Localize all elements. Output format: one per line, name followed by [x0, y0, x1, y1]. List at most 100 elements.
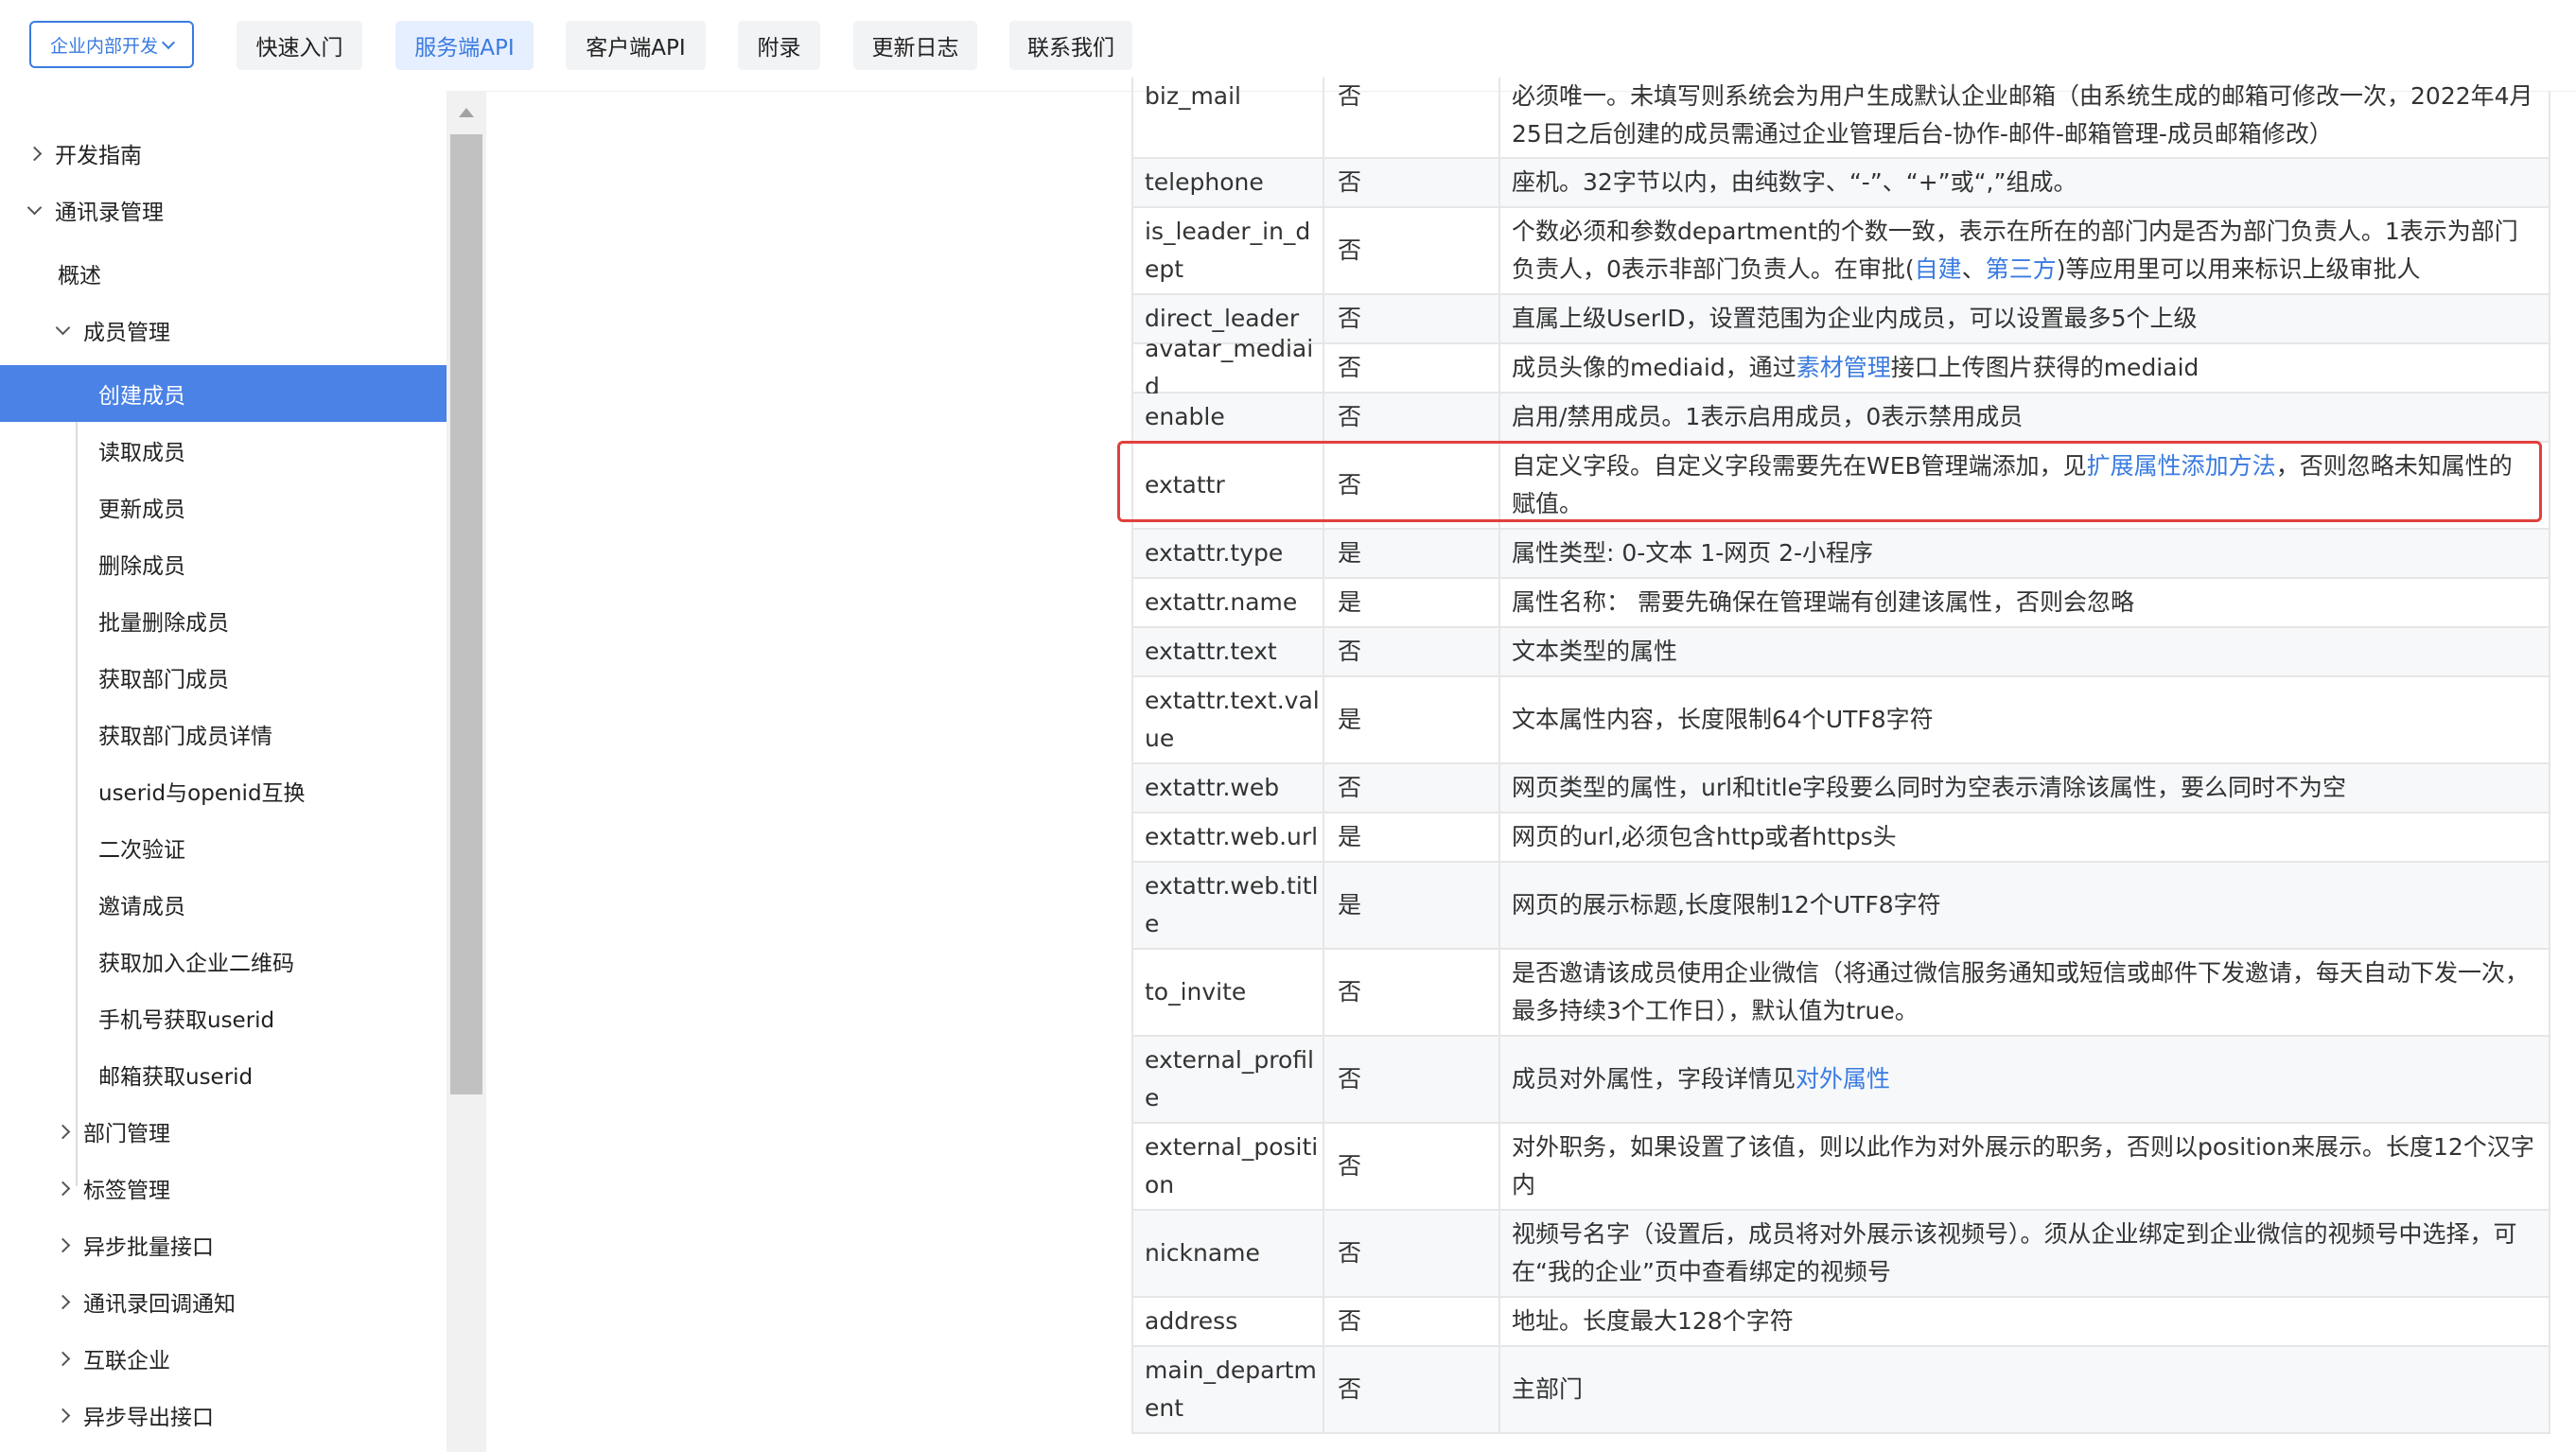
table-row: extattr.type 是 属性类型: 0-文本 1-网页 2-小程序 [1131, 530, 2550, 579]
desc-text: 成员头像的mediaid，通过 [1512, 354, 1796, 381]
table-row: telephone 否 座机。32字节以内，由纯数字、“-”、“+”或“,”组成… [1131, 159, 2550, 208]
sidebar-item-dept-mgmt[interactable]: 部门管理 [0, 1103, 447, 1160]
chevron-right-icon [55, 1124, 71, 1139]
table-row: extattr.name 是 属性名称： 需要先确保在管理端有创建该属性，否则会… [1131, 579, 2550, 628]
sidebar-item-label: userid与openid互换 [98, 781, 306, 806]
param-required: 是 [1324, 677, 1500, 762]
sidebar-item-label: 获取部门成员 [98, 668, 229, 692]
scroll-up-arrow-icon[interactable] [459, 108, 474, 117]
table-row: is_leader_in_dept 否 个数必须和参数department的个数… [1131, 208, 2550, 295]
chevron-right-icon [55, 1237, 71, 1252]
sidebar-scrollbar[interactable] [447, 91, 486, 1452]
table-row: enable 否 启用/禁用成员。1表示启用成员，0表示禁用成员 [1131, 394, 2550, 443]
link-external-attr[interactable]: 对外属性 [1796, 1065, 1890, 1093]
sidebar-item-async-export[interactable]: 异步导出接口 [0, 1387, 447, 1443]
param-required: 是 [1324, 530, 1500, 577]
sidebar-item-userid-openid[interactable]: userid与openid互换 [0, 762, 447, 819]
chevron-right-icon [55, 1294, 71, 1309]
param-required: 否 [1324, 1124, 1500, 1209]
env-select[interactable]: 企业内部开发 [29, 21, 194, 68]
param-name: is_leader_in_dept [1131, 208, 1324, 293]
tab-appendix[interactable]: 附录 [738, 21, 820, 70]
param-required: 否 [1324, 1347, 1500, 1432]
sidebar-item-mobile-userid[interactable]: 手机号获取userid [0, 989, 447, 1046]
sidebar-item-delete-member[interactable]: 删除成员 [0, 535, 447, 592]
sidebar-item-linked-corp[interactable]: 互联企业 [0, 1330, 447, 1387]
sidebar-item-label: 通讯录回调通知 [83, 1292, 236, 1317]
param-required: 是 [1324, 863, 1500, 948]
param-name: extattr.text.value [1131, 677, 1324, 762]
param-name: extattr.web [1131, 764, 1324, 812]
desc-text: 成员对外属性，字段详情见 [1512, 1065, 1796, 1093]
tab-quickstart[interactable]: 快速入门 [237, 21, 362, 70]
param-desc: 座机。32字节以内，由纯数字、“-”、“+”或“,”组成。 [1500, 159, 2550, 206]
link-material-mgmt[interactable]: 素材管理 [1796, 354, 1891, 381]
link-third-party[interactable]: 第三方 [1986, 255, 2057, 283]
scroll-thumb[interactable] [450, 134, 482, 1094]
chevron-down-icon [161, 35, 176, 49]
param-desc: 地址。长度最大128个字符 [1500, 1298, 2550, 1345]
table-row: address 否 地址。长度最大128个字符 [1131, 1298, 2550, 1347]
param-name: extattr.type [1131, 530, 1324, 577]
sidebar-item-member-mgmt[interactable]: 成员管理 [0, 302, 447, 359]
sidebar-nav: 开发指南 通讯录管理 概述 成员管理 创建成员 读取成员 更新成员 删除成员 批… [0, 91, 447, 1452]
tab-contact[interactable]: 联系我们 [1009, 21, 1132, 70]
sidebar-item-label: 邮箱获取userid [98, 1065, 254, 1090]
sidebar-item-async-batch[interactable]: 异步批量接口 [0, 1216, 447, 1273]
param-desc: 成员对外属性，字段详情见对外属性 [1500, 1037, 2550, 1122]
param-desc: 属性名称： 需要先确保在管理端有创建该属性，否则会忽略 [1500, 579, 2550, 626]
sidebar-item-update-member[interactable]: 更新成员 [0, 479, 447, 535]
sidebar-item-dev-guide[interactable]: 开发指南 [0, 125, 447, 182]
param-required: 否 [1324, 1298, 1500, 1345]
param-required: 否 [1324, 208, 1500, 293]
tab-client-api[interactable]: 客户端API [566, 21, 706, 70]
param-desc: 网页类型的属性，url和title字段要么同时为空表示清除该属性，要么同时不为空 [1500, 764, 2550, 812]
chevron-down-icon [26, 200, 43, 215]
sidebar-item-invite[interactable]: 邀请成员 [0, 876, 447, 933]
sidebar-item-overview[interactable]: 概述 [0, 245, 447, 302]
desc-text: )等应用里可以用来标识上级审批人 [2056, 255, 2421, 283]
sidebar-item-label: 读取成员 [98, 441, 185, 465]
param-name: biz_mail [1131, 78, 1324, 157]
param-desc: 必须唯一。未填写则系统会为用户生成默认企业邮箱（由系统生成的邮箱可修改一次，20… [1500, 82, 2550, 157]
param-desc: 是否邀请该成员使用企业微信（将通过微信服务通知或短信或邮件下发邀请，每天自动下发… [1500, 950, 2550, 1035]
param-required: 否 [1324, 764, 1500, 812]
param-name: external_position [1131, 1124, 1324, 1209]
sidebar-item-create-member[interactable]: 创建成员 [0, 365, 447, 422]
sidebar-item-label: 批量删除成员 [98, 611, 229, 636]
table-row: extattr 否 自定义字段。自定义字段需要先在WEB管理端添加，见扩展属性添… [1131, 443, 2550, 530]
param-required: 否 [1324, 1211, 1500, 1296]
table-row: extattr.text.value 是 文本属性内容，长度限制64个UTF8字… [1131, 677, 2550, 764]
sidebar-item-label: 概述 [58, 264, 101, 289]
desc-text: 自定义字段。自定义字段需要先在WEB管理端添加，见 [1512, 452, 2087, 480]
param-required: 是 [1324, 813, 1500, 861]
sidebar-item-batch-delete[interactable]: 批量删除成员 [0, 592, 447, 649]
param-desc: 视频号名字（设置后，成员将对外展示该视频号）。须从企业绑定到企业微信的视频号中选… [1500, 1211, 2550, 1296]
param-name: extattr.name [1131, 579, 1324, 626]
sidebar-item-tag-mgmt[interactable]: 标签管理 [0, 1160, 447, 1216]
sidebar-item-callback[interactable]: 通讯录回调通知 [0, 1273, 447, 1330]
link-self-built[interactable]: 自建 [1915, 255, 1962, 283]
sidebar-item-email-userid[interactable]: 邮箱获取userid [0, 1046, 447, 1103]
sidebar-item-label: 更新成员 [98, 498, 185, 522]
chevron-right-icon [55, 1408, 71, 1423]
sidebar-item-2fa[interactable]: 二次验证 [0, 819, 447, 876]
param-desc: 个数必须和参数department的个数一致，表示在所在的部门内是否为部门负责人… [1500, 208, 2550, 293]
param-desc: 主部门 [1500, 1347, 2550, 1432]
param-required: 否 [1324, 394, 1500, 441]
sidebar-item-label: 删除成员 [98, 554, 185, 579]
tab-changelog[interactable]: 更新日志 [853, 21, 977, 70]
sidebar-item-label: 部门管理 [83, 1122, 170, 1146]
sidebar-item-label: 异步导出接口 [83, 1406, 214, 1430]
sidebar-item-label: 开发指南 [55, 144, 142, 168]
sidebar-item-dept-members[interactable]: 获取部门成员 [0, 649, 447, 706]
param-required: 否 [1324, 628, 1500, 675]
sidebar-item-join-qrcode[interactable]: 获取加入企业二维码 [0, 933, 447, 989]
param-name: to_invite [1131, 950, 1324, 1035]
link-extattr-method[interactable]: 扩展属性添加方法 [2087, 452, 2276, 480]
param-name: enable [1131, 394, 1324, 441]
sidebar-item-contacts[interactable]: 通讯录管理 [0, 182, 447, 238]
sidebar-item-read-member[interactable]: 读取成员 [0, 422, 447, 479]
sidebar-item-dept-members-detail[interactable]: 获取部门成员详情 [0, 706, 447, 762]
tab-server-api[interactable]: 服务端API [395, 21, 534, 70]
